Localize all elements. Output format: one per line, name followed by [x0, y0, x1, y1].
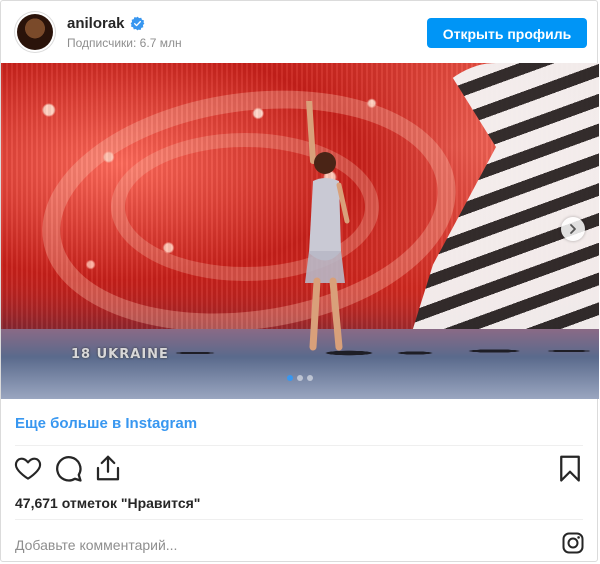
- performer: [305, 101, 350, 351]
- heart-icon[interactable]: [13, 453, 43, 483]
- dancers: [151, 329, 591, 369]
- post-header: anilorak Подписчики: 6.7 млн Открыть про…: [1, 1, 597, 63]
- carousel-dot: [287, 375, 293, 381]
- instagram-logo-icon[interactable]: [561, 531, 585, 555]
- chevron-right-icon: [570, 224, 576, 234]
- username-row: anilorak: [67, 15, 145, 32]
- open-profile-button[interactable]: Открыть профиль: [427, 18, 587, 48]
- broadcast-caption: 18 UKRAINE: [71, 347, 169, 362]
- action-bar: [1, 453, 597, 489]
- followers-count: Подписчики: 6.7 млн: [67, 36, 182, 50]
- comment-icon[interactable]: [53, 453, 83, 483]
- share-icon[interactable]: [93, 453, 123, 483]
- divider: [15, 445, 583, 446]
- post-media[interactable]: 18 UKRAINE: [1, 63, 599, 399]
- verified-icon: [130, 16, 145, 31]
- bookmark-icon[interactable]: [555, 453, 585, 483]
- carousel-indicators: [1, 375, 599, 381]
- more-on-instagram-link[interactable]: Еще больше в Instagram: [15, 415, 197, 432]
- carousel-dot: [307, 375, 313, 381]
- likes-count[interactable]: 47,671 отметок "Нравится": [15, 495, 200, 511]
- divider: [15, 519, 583, 520]
- username[interactable]: anilorak: [67, 15, 125, 32]
- avatar[interactable]: [17, 14, 53, 50]
- comment-input[interactable]: [15, 537, 435, 553]
- carousel-dot: [297, 375, 303, 381]
- instagram-embed: anilorak Подписчики: 6.7 млн Открыть про…: [0, 0, 599, 562]
- carousel-next-button[interactable]: [561, 217, 585, 241]
